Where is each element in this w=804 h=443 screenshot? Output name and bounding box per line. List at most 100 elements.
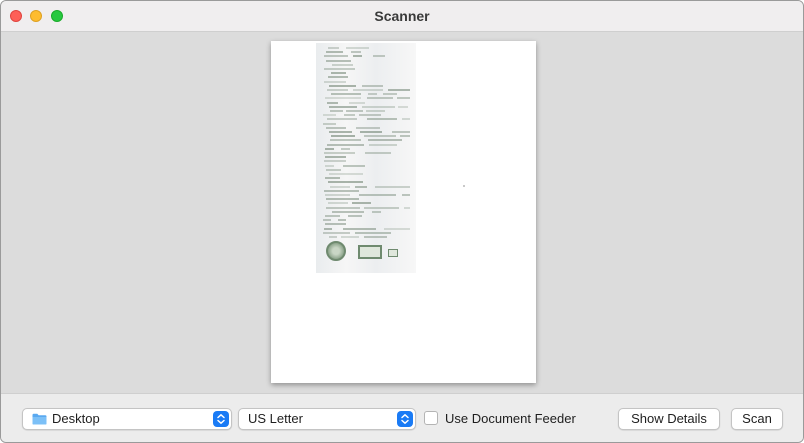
scan-button[interactable]: Scan [731,408,783,430]
scanned-page-preview[interactable] [271,41,536,383]
receipt-text-line [325,198,359,201]
receipt-text-line [348,101,365,104]
receipt-text-line [326,118,357,121]
chevron-updown-icon [213,411,229,427]
receipt-text-line [328,181,363,184]
receipt-text-line [354,231,392,234]
receipt-text-line [324,97,362,100]
receipt-text-line [331,210,365,213]
receipt-text-line [323,114,337,117]
receipt-text-line [337,219,346,222]
paper-size-popup[interactable]: US Letter [238,408,416,430]
receipt-text-line [367,118,397,121]
receipt-text-line [364,206,399,209]
receipt-text-line [326,89,348,91]
receipt-text-line [328,84,357,87]
receipt-text-line [401,194,410,196]
receipt-text-line [329,236,338,238]
receipt-text-line [364,152,391,154]
receipt-text-line [371,210,382,213]
receipt-text-line [351,202,372,205]
receipt-text-line [325,147,334,150]
receipt-text-line [403,206,410,209]
receipt-text-line [345,47,369,49]
title-bar: Scanner [1,1,803,32]
window-title: Scanner [374,8,430,24]
receipt-text-line [355,185,368,188]
receipt-text-line [361,84,383,87]
receipt-text-line [323,68,355,70]
destination-label: Desktop [52,411,100,426]
receipt-text-line [342,227,377,230]
receipt-text-line [325,177,341,180]
paper-size-label: US Letter [248,411,303,426]
receipt-text-line [350,51,362,54]
scanner-window: Scanner Desktop US Letter Use Document F… [0,0,804,443]
receipt-text-line [374,185,410,188]
receipt-text-line [401,118,410,121]
receipt-text-line [347,215,363,217]
receipt-text-line [323,160,347,163]
receipt-text-line [360,131,382,133]
receipt-text-line [383,227,410,230]
receipt-text-line [328,105,357,108]
receipt-mark-image [388,249,398,257]
receipt-text-line [388,89,410,91]
receipt-text-line [323,227,332,230]
receipt-text-line [322,231,350,234]
receipt-text-line [364,236,388,238]
document-feeder-checkbox[interactable] [424,411,438,425]
receipt-text-line [346,110,363,112]
receipt-text-line [358,194,396,196]
receipt-text-line [328,202,348,205]
receipt-text-line [367,97,393,100]
receipt-text-line [331,72,347,75]
receipt-text-line [326,101,339,104]
receipt-text-line [322,122,337,125]
scan-preview-area [1,32,803,393]
destination-popup[interactable]: Desktop [22,408,232,430]
receipt-text-line [368,143,397,146]
receipt-text-line [326,168,341,171]
receipt-text-line [326,126,346,129]
receipt-text-line [343,164,365,167]
receipt-text-line [323,189,360,192]
receipt-text-line [326,143,365,146]
receipt-text-line [331,63,354,66]
receipt-text-line [330,110,343,112]
document-feeder-label: Use Document Feeder [445,411,576,426]
receipt-text-line [331,135,356,138]
receipt-text-line [344,114,355,117]
receipt-text-line [324,80,346,83]
scan-speck [463,185,465,187]
bottom-toolbar: Desktop US Letter Use Document Feeder Sh… [1,393,803,442]
receipt-text-line [325,156,346,159]
receipt-stamp-image [358,245,382,259]
scanned-receipt-image [316,43,416,273]
receipt-text-line [326,59,351,62]
receipt-text-line [325,164,335,167]
receipt-text-line [325,215,341,217]
receipt-text-line [396,97,410,100]
receipt-text-line [358,114,382,117]
receipt-text-line [326,206,361,209]
receipt-text-line [355,126,380,129]
receipt-text-line [327,47,340,49]
receipt-text-line [328,76,349,79]
receipt-text-line [341,236,360,238]
receipt-text-line [373,55,385,58]
receipt-text-line [368,93,378,96]
receipt-text-line [400,135,410,138]
receipt-text-line [361,105,395,108]
receipt-text-line [391,131,410,133]
receipt-text-line [322,219,331,222]
receipt-text-line [352,55,363,58]
receipt-text-line [326,51,343,54]
receipt-logo-image [326,241,346,261]
show-details-button[interactable]: Show Details [618,408,720,430]
receipt-text-line [323,55,349,58]
receipt-text-line [330,185,351,188]
receipt-text-line [330,93,361,96]
folder-icon [32,413,47,425]
receipt-text-line [328,131,352,133]
